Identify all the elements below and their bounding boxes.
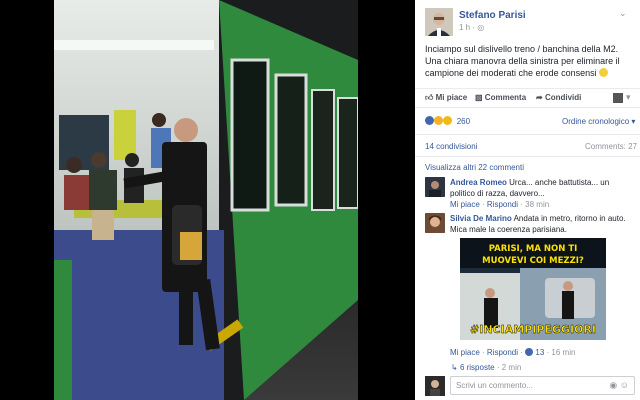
page-avatar-small[interactable] — [613, 93, 623, 103]
comment-item: Andrea Romeo Urca... anche battutista...… — [425, 177, 635, 211]
emoji-icon[interactable]: ☺ — [620, 380, 629, 390]
comment-reply-link[interactable]: Rispondi — [487, 200, 518, 209]
commenter-name[interactable]: Silvia De Marino — [450, 214, 512, 223]
share-button[interactable]: ➦ Condividi — [536, 93, 581, 102]
comment-text: Silvia De Marino Andata in metro, ritorn… — [450, 213, 635, 235]
replies-label: 6 risposte — [459, 363, 495, 372]
wow-reaction-icon — [443, 116, 453, 125]
share-label: Condividi — [544, 93, 582, 102]
thumbs-up-icon: 👍︎ — [425, 93, 434, 102]
shares-link[interactable]: 14 condivisioni — [425, 142, 477, 151]
write-comment-row: Scrivi un commento... ◉ ☺ — [425, 376, 635, 396]
meme-hashtag: #INCIAMPIPEGGIORI — [470, 323, 596, 336]
like-label: Mi piace — [435, 93, 468, 102]
reply-arrow-icon: ↳ — [451, 363, 458, 372]
post-photo — [54, 0, 358, 400]
post-sidebar: Stefano Parisi 1 h · ◎ ⌄ Inciampo sul di… — [415, 0, 640, 400]
commenter-name[interactable]: Andrea Romeo — [450, 178, 507, 187]
camera-icon[interactable]: ◉ — [609, 380, 617, 390]
share-icon: ➦ — [536, 93, 543, 102]
user-avatar — [425, 376, 445, 396]
comment-footer: Mi piace · Rispondi · 13 · 16 min — [450, 348, 576, 357]
post-text: Inciampo sul dislivello treno / banchina… — [425, 43, 635, 79]
view-replies[interactable]: ↳ 6 risposte · 2 min — [451, 363, 521, 372]
comment-time[interactable]: 38 min — [525, 200, 549, 209]
smiley-icon — [599, 68, 609, 77]
reactions-count: 260 — [456, 117, 471, 126]
photo-viewer — [0, 0, 415, 400]
comments-count: Comments: 27 — [585, 142, 638, 151]
comment-like-link[interactable]: Mi piace — [450, 348, 480, 357]
reactions-summary[interactable]: 260 — [425, 116, 470, 126]
comment-order-dropdown[interactable]: Ordine cronologico ▾ — [562, 117, 635, 126]
comment-reply-link[interactable]: Rispondi — [487, 348, 518, 357]
like-reaction-icon — [425, 116, 434, 125]
replies-time: 2 min — [501, 363, 522, 372]
post-text-body: Inciampo sul dislivello treno / banchina… — [425, 44, 620, 78]
meme-top-line-1: PARISI, MA NON TI — [489, 244, 578, 254]
globe-icon: · ◎ — [472, 23, 485, 32]
comment-icon: ▧ — [475, 93, 483, 102]
divider — [415, 134, 640, 135]
post-time-text[interactable]: 1 h — [459, 23, 470, 32]
meme-top-line-2: MUOVEVI COI MEZZI? — [482, 256, 584, 266]
comment-time[interactable]: 16 min — [551, 348, 575, 357]
comment-text: Andrea Romeo Urca... anche battutista...… — [450, 177, 635, 199]
comment-input-icons: ◉ ☺ — [609, 380, 629, 391]
view-more-comments[interactable]: Visualizza altri 22 commenti — [425, 163, 524, 172]
comment-image[interactable]: PARISI, MA NON TI MUOVEVI COI MEZZI? #IN… — [460, 238, 606, 340]
author-name[interactable]: Stefano Parisi — [459, 10, 526, 21]
comment-footer: Mi piace · Rispondi · 38 min — [450, 200, 550, 209]
author-avatar[interactable] — [425, 8, 453, 36]
comment-button[interactable]: ▧ Commenta — [475, 93, 526, 102]
comment-likes-badge[interactable]: 13 — [525, 348, 546, 357]
comment-input[interactable]: Scrivi un commento... — [450, 376, 635, 395]
haha-reaction-icon — [434, 116, 444, 125]
comment-label: Commenta — [484, 93, 527, 102]
post-time[interactable]: 1 h · ◎ — [459, 23, 484, 32]
comment-item: Silvia De Marino Andata in metro, ritorn… — [425, 213, 635, 363]
comment-likes-count: 13 — [535, 348, 545, 357]
caret-down-icon: ▾ — [631, 117, 636, 126]
like-button[interactable]: 👍︎ Mi piace — [425, 93, 467, 103]
caret-down-icon[interactable]: ▾ — [626, 92, 631, 103]
chevron-down-icon[interactable]: ⌄ — [619, 8, 627, 19]
comment-like-link[interactable]: Mi piace — [450, 200, 480, 209]
order-label: Ordine cronologico — [562, 117, 630, 126]
post-actions-bar: 👍︎ Mi piace ▧ Commenta ➦ Condividi ▾ — [415, 88, 640, 108]
commenter-avatar[interactable] — [425, 213, 445, 233]
divider — [415, 156, 640, 157]
commenter-avatar[interactable] — [425, 177, 445, 197]
thumbs-up-icon — [525, 348, 534, 356]
